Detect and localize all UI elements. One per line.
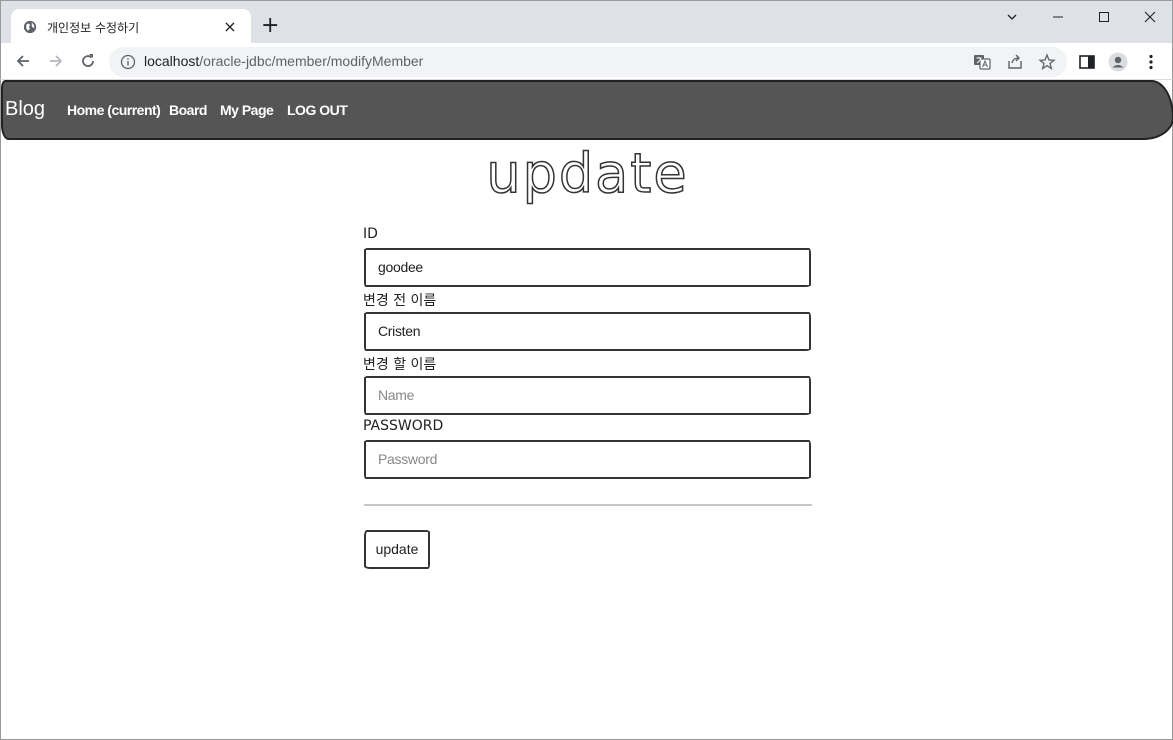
tab-search-chevron-icon[interactable] (989, 5, 1035, 29)
forward-icon[interactable] (44, 49, 68, 73)
browser-tab-strip: 개인정보 수정하기 × + (0, 0, 1173, 45)
page-content: Blog Home (current) Board My Page LOG OU… (0, 80, 1173, 740)
id-field[interactable]: goodee (364, 248, 811, 287)
form-divider (364, 504, 812, 506)
nav-link-my-page[interactable]: My Page (220, 102, 274, 118)
new-name-label: 변경 할 이름 (363, 357, 437, 373)
nav-link-home[interactable]: Home (current) (67, 102, 161, 118)
tab-close-icon[interactable]: × (221, 18, 239, 36)
side-panel-icon[interactable] (1077, 52, 1097, 72)
back-icon[interactable] (11, 49, 35, 73)
translate-icon[interactable] (973, 53, 991, 71)
page-title: update (486, 141, 689, 206)
tab-title: 개인정보 수정하기 (47, 20, 140, 35)
password-label: PASSWORD (363, 418, 444, 434)
close-window-icon[interactable] (1127, 5, 1173, 29)
minimize-icon[interactable] (1035, 5, 1081, 29)
menu-icon[interactable] (1141, 52, 1161, 72)
id-label: ID (363, 226, 378, 242)
nav-link-board[interactable]: Board (169, 102, 207, 118)
nav-link-log-out[interactable]: LOG OUT (287, 102, 348, 118)
profile-icon[interactable] (1108, 52, 1128, 72)
address-bar[interactable]: localhost/oracle-jdbc/member/modifyMembe… (109, 47, 1067, 77)
password-input[interactable]: Password (364, 440, 811, 479)
url-path: /oracle-jdbc/member/modifyMember (199, 53, 424, 69)
brand-link[interactable]: Blog (5, 98, 45, 121)
reload-icon[interactable] (76, 49, 100, 73)
old-name-label: 변경 전 이름 (363, 293, 437, 309)
new-name-input[interactable]: Name (364, 376, 811, 415)
url-text[interactable]: localhost/oracle-jdbc/member/modifyMembe… (144, 53, 423, 69)
browser-toolbar: localhost/oracle-jdbc/member/modifyMembe… (0, 43, 1173, 80)
star-icon[interactable] (1038, 53, 1056, 71)
browser-tab[interactable]: 개인정보 수정하기 × (11, 9, 251, 45)
old-name-field[interactable]: Cristen (364, 312, 811, 351)
update-button[interactable]: update (364, 530, 430, 569)
info-icon[interactable] (120, 54, 136, 70)
new-tab-button[interactable]: + (261, 15, 279, 37)
maximize-icon[interactable] (1081, 5, 1127, 29)
site-navbar: Blog Home (current) Board My Page LOG OU… (1, 80, 1173, 140)
share-icon[interactable] (1006, 53, 1024, 71)
url-host: localhost (144, 53, 200, 69)
globe-icon (23, 20, 37, 34)
